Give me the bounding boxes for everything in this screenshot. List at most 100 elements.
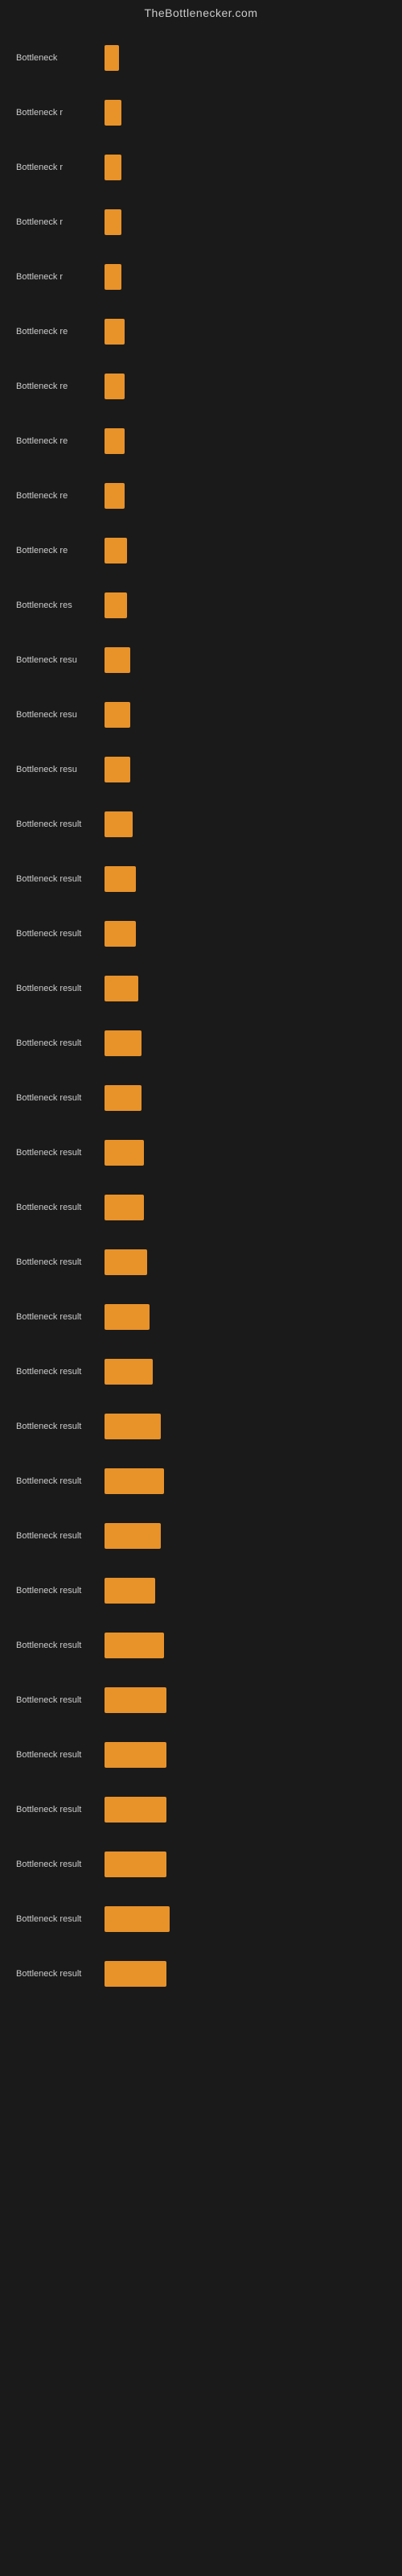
bar-row: Bottleneck result53.8 <box>16 1837 386 1892</box>
bar-fill <box>105 1468 164 1494</box>
bar-fill <box>105 866 136 892</box>
bar-label: Bottleneck <box>16 53 105 63</box>
bar-label: Bottleneck result <box>16 1805 105 1814</box>
bar-label: Bottleneck result <box>16 1914 105 1924</box>
bar-row: Bottleneck r <box>16 140 386 195</box>
bar-fill <box>105 1578 155 1604</box>
bar-row: Bottleneck result <box>16 961 386 1016</box>
bar-row: Bottleneck result49 <box>16 1399 386 1454</box>
bar-fill <box>105 100 121 126</box>
bar-label: Bottleneck r <box>16 272 105 282</box>
bar-fill <box>105 811 133 837</box>
bar-label: Bottleneck re <box>16 382 105 391</box>
bar-label: Bottleneck result <box>16 1312 105 1322</box>
bar-label: Bottleneck result <box>16 819 105 829</box>
bar-label: Bottleneck r <box>16 163 105 172</box>
bar-row: Bottleneck result <box>16 1125 386 1180</box>
bar-track <box>105 811 386 837</box>
bar-label: Bottleneck result <box>16 1860 105 1869</box>
bar-label: Bottleneck re <box>16 436 105 446</box>
bar-row: Bottleneck result <box>16 1071 386 1125</box>
bar-fill <box>105 374 125 399</box>
bar-track <box>105 428 386 454</box>
bar-track <box>105 209 386 235</box>
bar-row: Bottleneck resu <box>16 687 386 742</box>
bar-track <box>105 100 386 126</box>
bar-label: Bottleneck result <box>16 1038 105 1048</box>
bar-fill <box>105 538 127 564</box>
bar-track <box>105 702 386 728</box>
bar-row: Bottleneck r <box>16 85 386 140</box>
bar-row: Bottleneck result <box>16 1290 386 1344</box>
bar-fill <box>105 319 125 345</box>
bar-label: Bottleneck r <box>16 108 105 118</box>
bar-label: Bottleneck result <box>16 984 105 993</box>
bar-fill <box>105 592 127 618</box>
bar-fill <box>105 1852 166 1877</box>
bar-track <box>105 264 386 290</box>
bar-fill <box>105 1140 144 1166</box>
bar-row: Bottleneck r <box>16 250 386 304</box>
bar-label: Bottleneck re <box>16 546 105 555</box>
bar-fill <box>105 1030 142 1056</box>
bar-fill <box>105 647 130 673</box>
bar-fill <box>105 428 125 454</box>
bar-row: Bottleneck re <box>16 414 386 469</box>
bar-row: Bottleneck result <box>16 906 386 961</box>
bar-track <box>105 538 386 564</box>
bar-track <box>105 155 386 180</box>
bar-track <box>105 976 386 1001</box>
bar-fill <box>105 1085 142 1111</box>
bar-row: Bottleneck result49 <box>16 1509 386 1563</box>
bar-row: Bottleneck result54.4 <box>16 1892 386 1946</box>
bar-row: Bottleneck result <box>16 1235 386 1290</box>
bar-track <box>105 866 386 892</box>
bar-track <box>105 1030 386 1056</box>
chart-container: Bottleneck Bottleneck r Bottleneck r Bottle… <box>0 23 402 2009</box>
bar-track: 4 <box>105 1578 386 1604</box>
bar-row: Bottleneck result51. <box>16 1618 386 1673</box>
bar-label: Bottleneck result <box>16 1531 105 1541</box>
bar-track: 53.5 <box>105 1797 386 1823</box>
bar-row: Bottleneck <box>16 31 386 85</box>
bar-label: Bottleneck re <box>16 491 105 501</box>
bar-fill <box>105 1414 161 1439</box>
bar-row: Bottleneck result52. <box>16 1946 386 2001</box>
bar-fill <box>105 1249 147 1275</box>
bar-label: Bottleneck result <box>16 874 105 884</box>
bar-label: Bottleneck resu <box>16 765 105 774</box>
bar-track: 52.5 <box>105 1742 386 1768</box>
bar-track: 51. <box>105 1633 386 1658</box>
bar-fill <box>105 1523 161 1549</box>
bar-row: Bottleneck result4 <box>16 1344 386 1399</box>
bar-label: Bottleneck res <box>16 601 105 610</box>
bar-track <box>105 1140 386 1166</box>
bar-track: 49 <box>105 1414 386 1439</box>
site-title: TheBottlenecker.com <box>0 0 402 23</box>
bar-fill <box>105 1906 170 1932</box>
bar-label: Bottleneck result <box>16 1476 105 1486</box>
bar-label: Bottleneck result <box>16 1148 105 1158</box>
bar-row: Bottleneck result4 <box>16 1563 386 1618</box>
bar-track <box>105 319 386 345</box>
bar-fill <box>105 483 125 509</box>
bar-row: Bottleneck r <box>16 195 386 250</box>
bar-label: Bottleneck result <box>16 1969 105 1979</box>
bar-fill <box>105 1633 164 1658</box>
bar-track: 53.2 <box>105 1687 386 1713</box>
bar-track: 53.8 <box>105 1852 386 1877</box>
bar-fill <box>105 264 121 290</box>
bar-row: Bottleneck res <box>16 578 386 633</box>
bar-fill <box>105 702 130 728</box>
bar-row: Bottleneck result <box>16 797 386 852</box>
bar-row: Bottleneck result52.5 <box>16 1728 386 1782</box>
bar-fill <box>105 45 119 71</box>
bar-track <box>105 45 386 71</box>
bar-track: 52. <box>105 1961 386 1987</box>
bar-fill <box>105 1195 144 1220</box>
bar-fill <box>105 1359 153 1385</box>
bar-track <box>105 757 386 782</box>
bar-track <box>105 1195 386 1220</box>
bar-label: Bottleneck result <box>16 929 105 939</box>
bar-label: Bottleneck result <box>16 1750 105 1760</box>
